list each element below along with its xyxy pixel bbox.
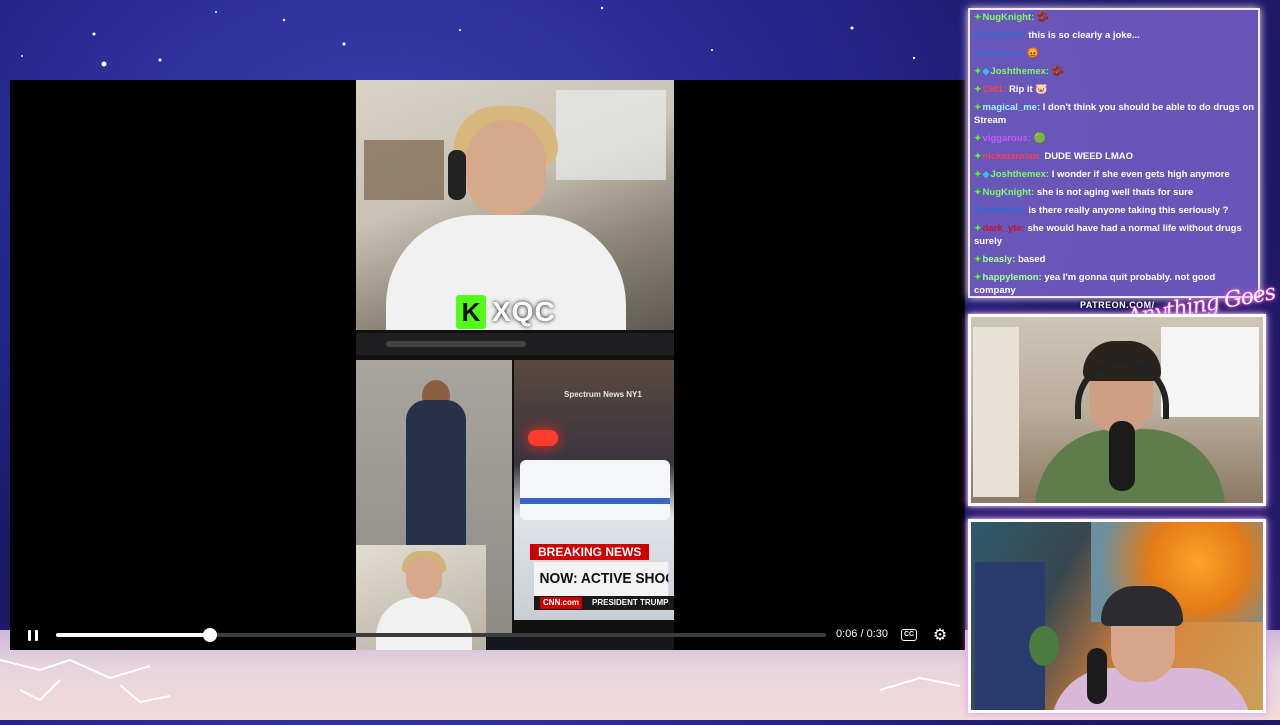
chat-emote-icon: 🫘	[1036, 12, 1050, 23]
chat-badge-icon: ✦	[974, 272, 982, 282]
chat-message: ✦magical_me: I don't think you should be…	[974, 101, 1254, 127]
headset-icon	[448, 150, 466, 200]
background-shelf	[364, 140, 444, 200]
kick-logo-icon: K	[456, 295, 486, 329]
chat-username[interactable]: viggarous:	[983, 133, 1032, 144]
cnn-logo: CNN.com	[540, 597, 583, 609]
chat-panel[interactable]: ✦NugKnight: 🫘 Firebomb4: this is so clear…	[968, 8, 1260, 298]
police-car-stripe	[520, 498, 670, 504]
chat-message: ✦Cid1: Rip it 🐷	[974, 83, 1254, 96]
chat-emote-icon: 🐷	[1035, 84, 1048, 95]
streamer-name-badge: K XQC	[456, 294, 556, 330]
chat-emote-icon: 🫘	[1051, 66, 1065, 77]
chat-text: based	[1017, 254, 1046, 265]
chat-username[interactable]: milkytoast:	[974, 48, 1024, 59]
background-window	[556, 90, 666, 180]
guest-webcam	[968, 519, 1266, 713]
chat-username[interactable]: Firebomb4:	[974, 30, 1026, 41]
breaking-news-banner: BREAKING NEWS	[530, 544, 650, 560]
cam1-dresser	[1161, 327, 1259, 417]
chat-text: this is so clearly a joke...	[1028, 30, 1140, 41]
chat-badge-icon: ✦	[974, 84, 982, 94]
host-webcam	[968, 314, 1266, 506]
inset-head	[406, 557, 442, 599]
microphone-icon	[1087, 648, 1107, 704]
chat-username[interactable]: Joshthemex:	[990, 169, 1049, 180]
seek-handle[interactable]	[203, 628, 217, 642]
seek-bar-progress	[56, 633, 210, 637]
lower-third-text: PRESIDENT TRUMP	[592, 598, 669, 607]
chat-badge-icon: ✦	[974, 223, 982, 233]
time-display: 0:06 / 0:30	[836, 628, 888, 640]
chat-badge-icon: ✦	[974, 151, 982, 161]
chat-text: I wonder if she even gets high anymore	[1051, 169, 1230, 180]
chat-message: ✦viggarous: 🟢	[974, 132, 1254, 145]
chat-badge-icon: ✦	[974, 12, 982, 22]
streamer-name: XQC	[492, 296, 556, 327]
captions-button[interactable]: CC	[900, 620, 918, 650]
seek-bar[interactable]	[56, 628, 826, 642]
pause-button[interactable]	[20, 620, 46, 650]
pause-icon-bar	[35, 629, 38, 641]
gear-icon: ⚙	[932, 627, 948, 644]
chat-text: Rip it	[1008, 84, 1033, 95]
police-lights	[528, 430, 558, 446]
chat-username[interactable]: Cid1:	[983, 84, 1007, 95]
chat-message: Firebomb4: is there really anyone taking…	[974, 204, 1254, 217]
chat-message: ✦nickstarman: DUDE WEED LMAO	[974, 150, 1254, 163]
chat-username[interactable]: Joshthemex:	[990, 66, 1049, 77]
video-frame: K XQC Spectrum News NY1 BREAKING NEWS NO…	[356, 80, 674, 650]
pause-icon	[28, 629, 31, 641]
chat-username[interactable]: happylemon:	[983, 272, 1042, 283]
player-controls: 0:06 / 0:30 CC ⚙	[10, 620, 965, 650]
chat-message: milkytoast: 😡	[974, 47, 1254, 60]
chat-message: ✦◆Joshthemex: I wonder if she even gets …	[974, 168, 1254, 181]
video-player[interactable]: K XQC Spectrum News NY1 BREAKING NEWS NO…	[10, 80, 965, 650]
chat-username[interactable]: magical_me:	[983, 102, 1041, 113]
settings-button[interactable]: ⚙	[930, 620, 950, 650]
subject-body	[406, 400, 466, 550]
browser-toolbar	[356, 333, 674, 355]
chat-username[interactable]: NugKnight:	[983, 187, 1035, 198]
chat-username[interactable]: Firebomb4:	[974, 205, 1026, 216]
chat-message: ✦dark_yte: she would have had a normal l…	[974, 222, 1254, 248]
streamer-head	[466, 120, 546, 215]
chat-badge-icon: ✦	[974, 102, 982, 112]
chat-sub-badge-icon: ◆	[982, 66, 990, 76]
chat-badge-icon: ✦	[974, 169, 982, 179]
chat-badge-icon: ✦	[974, 66, 982, 76]
chat-sub-badge-icon: ◆	[982, 169, 990, 179]
police-car	[520, 460, 670, 520]
cam2-plant	[1029, 626, 1059, 666]
chat-message: ✦beasly: based	[974, 253, 1254, 266]
chat-username[interactable]: NugKnight:	[983, 12, 1035, 23]
chat-message: ✦NugKnight: she is not aging well thats …	[974, 186, 1254, 199]
cam1-shelf	[973, 327, 1019, 497]
chat-text: she is not aging well thats for sure	[1036, 187, 1194, 198]
chat-username[interactable]: nickstarman:	[983, 151, 1042, 162]
chat-message: Firebomb4: this is so clearly a joke...	[974, 29, 1254, 42]
headline-bar: NOW: ACTIVE SHOOTER WIT	[534, 562, 669, 596]
chat-badge-icon: ✦	[974, 254, 982, 264]
chat-badge-icon: ✦	[974, 187, 982, 197]
microphone-icon	[1109, 421, 1135, 491]
ny1-sign: Spectrum News NY1	[564, 390, 642, 399]
closed-captions-icon: CC	[900, 629, 918, 641]
chat-message: ✦◆Joshthemex: 🫘	[974, 65, 1254, 78]
news-photo-left	[356, 360, 512, 650]
chat-message: ✦NugKnight: 🫘	[974, 11, 1254, 24]
chat-badge-icon: ✦	[974, 133, 982, 143]
chat-username[interactable]: beasly:	[983, 254, 1016, 265]
chat-text: is there really anyone taking this serio…	[1028, 205, 1229, 216]
streamer-webcam: K XQC	[356, 80, 674, 330]
chat-emote-icon: 😡	[1026, 48, 1040, 59]
chat-text: DUDE WEED LMAO	[1044, 151, 1133, 162]
chat-emote-icon: 🟢	[1033, 133, 1047, 144]
chat-username[interactable]: dark_yte:	[983, 223, 1025, 234]
